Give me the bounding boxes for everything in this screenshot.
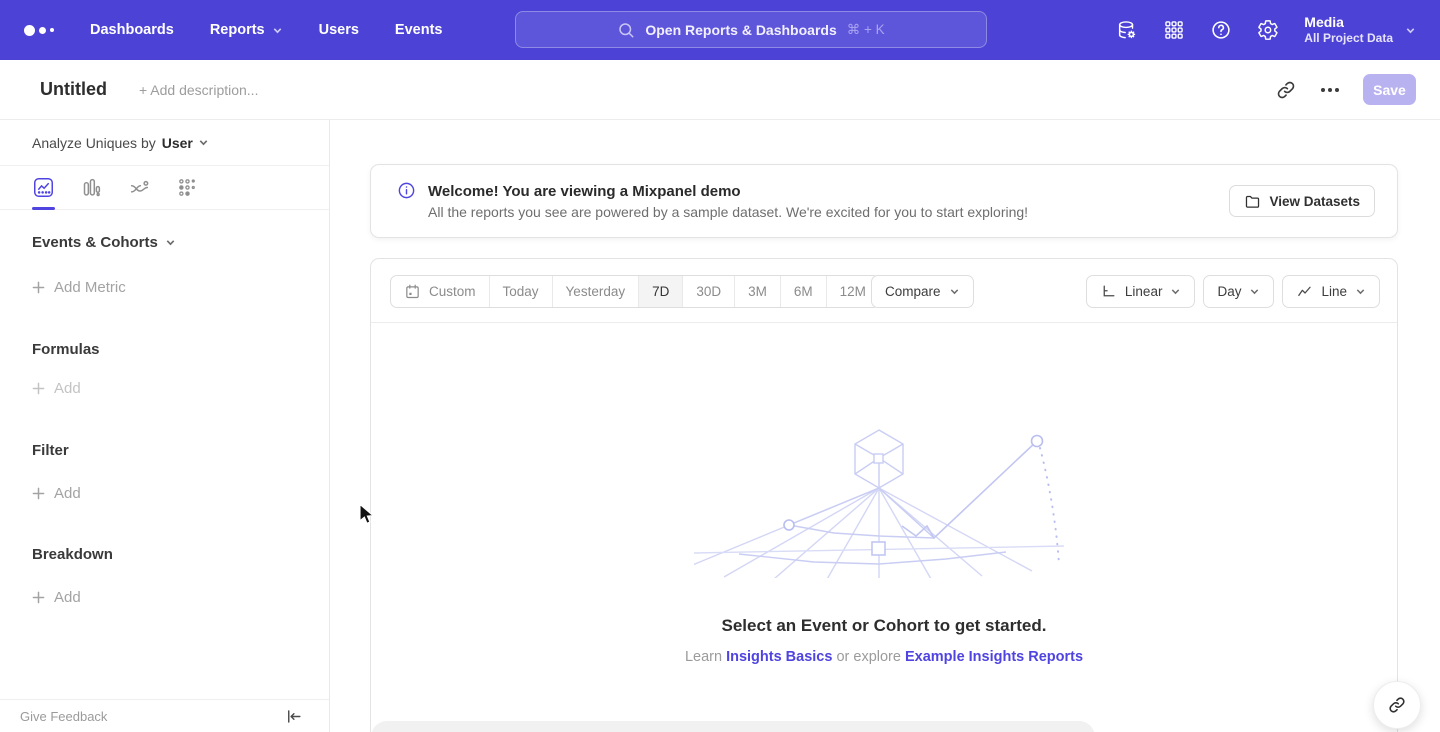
plus-icon	[32, 591, 45, 604]
info-icon	[397, 181, 416, 200]
chevron-down-icon	[1355, 286, 1366, 297]
project-name: Media	[1304, 14, 1393, 31]
demo-banner: Welcome! You are viewing a Mixpanel demo…	[370, 164, 1398, 238]
range-3m[interactable]: 3M	[735, 276, 781, 307]
analyze-row: Analyze Uniques by User	[0, 120, 329, 166]
insights-basics-link[interactable]: Insights Basics	[726, 649, 832, 665]
range-7d[interactable]: 7D	[639, 276, 683, 307]
line-chart-icon	[1296, 283, 1313, 300]
range-30d[interactable]: 30D	[683, 276, 735, 307]
analyze-by-dropdown[interactable]: User	[162, 135, 209, 151]
banner-title: Welcome! You are viewing a Mixpanel demo	[428, 183, 1028, 200]
search-icon	[617, 21, 635, 39]
calendar-icon	[404, 283, 421, 300]
plus-icon	[32, 487, 45, 500]
or-explore-text: or explore	[836, 649, 900, 665]
tab-bar-chart-icon[interactable]	[81, 177, 102, 198]
help-icon[interactable]	[1210, 19, 1232, 41]
tab-flow-icon[interactable]	[129, 177, 150, 198]
empty-state-illustration	[694, 426, 1074, 578]
scale-dropdown[interactable]: Linear	[1086, 275, 1196, 308]
chevron-down-icon	[1249, 286, 1260, 297]
tab-insights-line-icon[interactable]	[33, 177, 54, 198]
collapse-sidebar-icon[interactable]	[284, 707, 303, 726]
chevron-down-icon	[272, 25, 283, 36]
nav-events[interactable]: Events	[395, 22, 443, 38]
primary-nav: Dashboards Reports Users Events	[90, 22, 442, 38]
formulas-section-title: Formulas	[0, 341, 329, 358]
breakdown-section-title: Breakdown	[0, 546, 329, 563]
add-metric-button[interactable]: Add Metric	[0, 279, 329, 296]
mixpanel-logo[interactable]	[24, 25, 58, 36]
settings-gear-icon[interactable]	[1257, 19, 1279, 41]
axes-icon	[1100, 283, 1117, 300]
selected-tab-indicator	[32, 207, 55, 211]
global-search-input[interactable]: Open Reports & Dashboards ⌘ + K	[515, 11, 987, 48]
chart-style-dropdown[interactable]: Line	[1282, 275, 1380, 308]
copy-link-icon[interactable]	[1275, 79, 1297, 101]
query-sidebar: Analyze Uniques by User	[0, 120, 330, 732]
example-insights-reports-link[interactable]: Example Insights Reports	[905, 649, 1083, 665]
save-button[interactable]: Save	[1363, 74, 1416, 105]
nav-reports[interactable]: Reports	[210, 22, 283, 38]
plus-icon	[32, 382, 45, 395]
range-6m[interactable]: 6M	[781, 276, 827, 307]
chart-type-tabs	[0, 166, 329, 210]
search-shortcut: ⌘ + K	[847, 22, 885, 38]
analyze-label: Analyze Uniques by	[32, 135, 156, 151]
range-yesterday[interactable]: Yesterday	[553, 276, 640, 307]
nav-users[interactable]: Users	[319, 22, 359, 38]
data-management-icon[interactable]	[1116, 19, 1138, 41]
range-today[interactable]: Today	[490, 276, 553, 307]
add-filter-button[interactable]: Add	[0, 485, 329, 502]
more-options-icon[interactable]	[1319, 84, 1341, 96]
sidebar-footer: Give Feedback	[0, 699, 329, 732]
project-scope: All Project Data	[1304, 31, 1393, 46]
view-datasets-button[interactable]: View Datasets	[1229, 185, 1375, 217]
nav-right-cluster: Media All Project Data	[1116, 0, 1440, 60]
apps-grid-icon[interactable]	[1163, 19, 1185, 41]
learn-text: Learn	[685, 649, 722, 665]
report-title[interactable]: Untitled	[40, 79, 107, 100]
folder-icon	[1244, 193, 1261, 210]
link-icon	[1387, 695, 1407, 715]
chevron-down-icon	[1405, 25, 1416, 36]
filter-section-title: Filter	[0, 442, 329, 459]
nav-dashboards[interactable]: Dashboards	[90, 22, 174, 38]
banner-subtitle: All the reports you see are powered by a…	[428, 204, 1028, 220]
insights-chart-card: Custom Today Yesterday 7D 30D 3M 6M 12M …	[370, 258, 1398, 732]
report-header: Untitled + Add description... Save	[0, 60, 1440, 120]
empty-state-title: Select an Event or Cohort to get started…	[371, 616, 1397, 636]
main-panel: Welcome! You are viewing a Mixpanel demo…	[330, 120, 1440, 732]
plus-icon	[32, 281, 45, 294]
chart-toolbar: Custom Today Yesterday 7D 30D 3M 6M 12M …	[371, 259, 1397, 323]
chevron-down-icon	[165, 237, 176, 248]
range-custom[interactable]: Custom	[391, 276, 490, 307]
add-formula-button[interactable]: Add	[0, 380, 329, 397]
project-switcher[interactable]: Media All Project Data	[1304, 14, 1416, 46]
events-cohorts-section[interactable]: Events & Cohorts	[0, 234, 329, 251]
results-panel-peek	[371, 721, 1095, 732]
give-feedback-link[interactable]: Give Feedback	[20, 709, 107, 724]
search-placeholder: Open Reports & Dashboards	[645, 22, 836, 38]
report-description-input[interactable]: + Add description...	[139, 82, 258, 98]
add-breakdown-button[interactable]: Add	[0, 589, 329, 606]
top-nav: Dashboards Reports Users Events Open Rep…	[0, 0, 1440, 60]
empty-state-subtitle: Learn Insights Basics or explore Example…	[371, 649, 1397, 665]
chevron-down-icon	[949, 286, 960, 297]
granularity-dropdown[interactable]: Day	[1203, 275, 1274, 308]
chevron-down-icon	[198, 137, 209, 148]
chevron-down-icon	[1170, 286, 1181, 297]
compare-dropdown[interactable]: Compare	[871, 275, 974, 308]
tab-retention-grid-icon[interactable]	[177, 177, 198, 198]
share-link-fab[interactable]	[1373, 681, 1421, 729]
date-range-segmented-control: Custom Today Yesterday 7D 30D 3M 6M 12M	[390, 275, 880, 308]
